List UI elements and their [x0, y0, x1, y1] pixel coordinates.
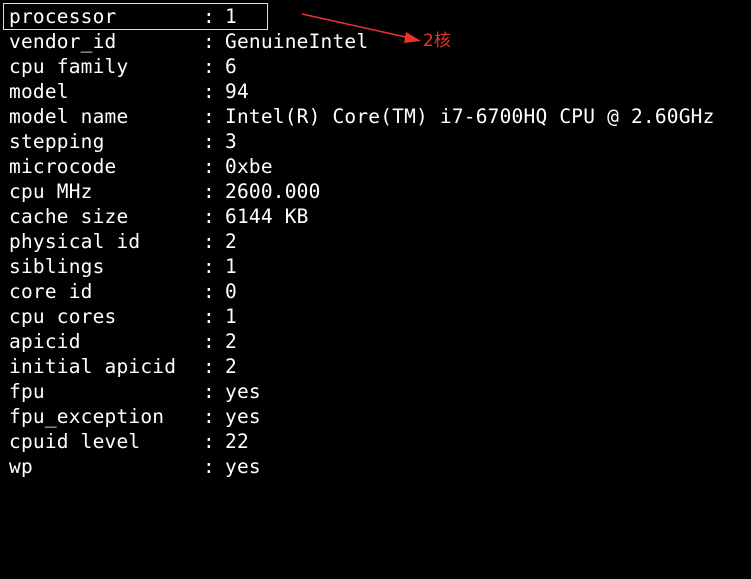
annotation-label: 2核 [423, 31, 451, 51]
annotation-arrow-icon [301, 13, 421, 43]
terminal-window[interactable]: processor : 1 vendor_id : GenuineIntel c… [0, 0, 751, 480]
